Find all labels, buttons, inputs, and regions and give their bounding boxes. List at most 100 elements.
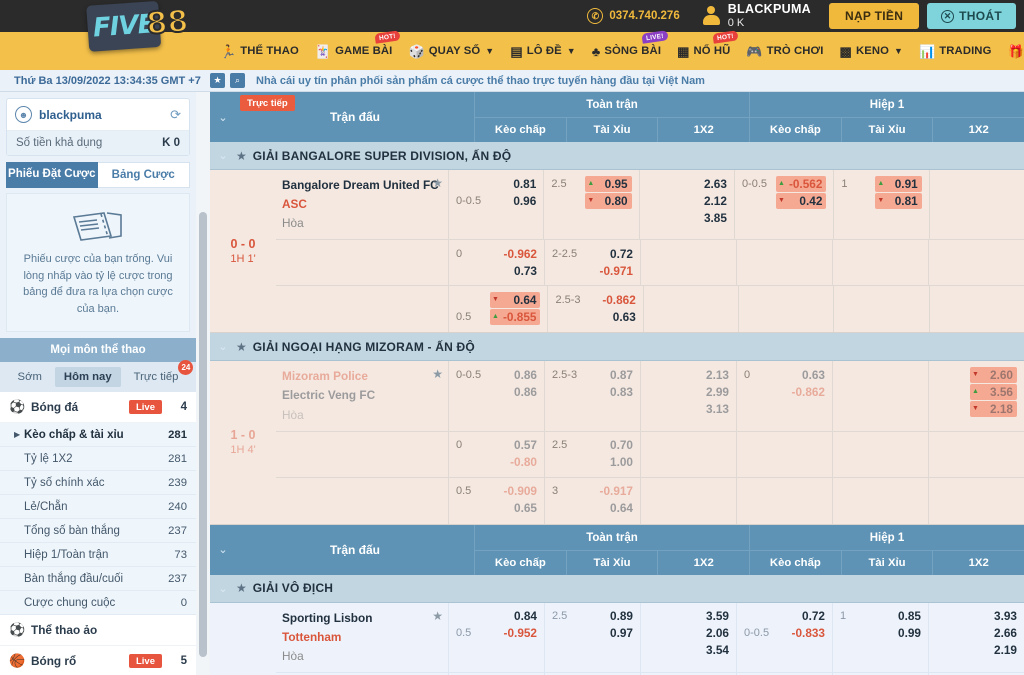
- nav-item-7[interactable]: ▩ KENO ▼: [832, 45, 911, 58]
- odds-cell[interactable]: [928, 240, 1024, 286]
- market-item-4[interactable]: Tổng số bàn thắng 237: [0, 519, 196, 543]
- sidebar-item-1[interactable]: 🏀 Bóng rổ Live 5: [0, 646, 196, 675]
- star-icon[interactable]: ★: [210, 73, 225, 88]
- site-logo[interactable]: FIVE 88: [86, 0, 200, 62]
- market-item-1[interactable]: Tỷ lệ 1X2 281: [0, 447, 196, 471]
- nav-item-9[interactable]: 🎁 SỰ KIỆN ▼ NEW!: [999, 45, 1024, 58]
- odds-cell[interactable]: 0.72 0-0.5 -0.833: [736, 602, 832, 672]
- teams-cell[interactable]: [276, 432, 448, 477]
- odds-cell[interactable]: [736, 477, 832, 524]
- odds-cell[interactable]: 0.81 0-0.5 0.96: [448, 170, 543, 240]
- nav-item-3[interactable]: ▤ LÔ ĐỀ ▼: [502, 45, 583, 58]
- odds-cell[interactable]: 0-0.5 ▲ -0.562 ▼ 0.42: [733, 170, 833, 240]
- deposit-button[interactable]: NẠP TIỀN: [828, 3, 920, 29]
- odds-cell[interactable]: [928, 477, 1024, 524]
- favorite-star-icon[interactable]: ★: [432, 176, 443, 190]
- odds-cell[interactable]: 2.5-3 0.87 0.83: [544, 361, 640, 431]
- market-item-6[interactable]: Bàn thắng đầu/cuối 237: [0, 567, 196, 591]
- odds-cell[interactable]: 2.13 2.99 3.13: [640, 361, 736, 431]
- odds-cell[interactable]: [928, 170, 1024, 240]
- refresh-icon[interactable]: ⟳: [170, 107, 181, 123]
- nav-item-8[interactable]: 📊 TRADING: [911, 45, 999, 58]
- odds-cell[interactable]: 2.5-3 -0.862 0.63: [547, 286, 642, 333]
- teams-cell[interactable]: [276, 478, 448, 524]
- star-icon[interactable]: ★: [236, 581, 247, 595]
- odds-cell[interactable]: [640, 477, 736, 524]
- odds-cell[interactable]: [832, 477, 928, 524]
- collapse-chevron-icon[interactable]: ⌄: [210, 92, 236, 142]
- nav-item-0[interactable]: 🏃 THỂ THAO: [212, 45, 307, 58]
- market-item-3[interactable]: Lẻ/Chẵn 240: [0, 495, 196, 519]
- star-icon[interactable]: ★: [236, 149, 247, 163]
- odds-cell[interactable]: [640, 431, 736, 477]
- filter-2[interactable]: Trực tiếp 24: [125, 360, 194, 387]
- odds-cell[interactable]: [832, 431, 928, 477]
- league-header-1[interactable]: ⌄ ★ GIẢI NGOẠI HẠNG MIZORAM - ẤN ĐỘ: [210, 333, 1024, 362]
- odds-cell[interactable]: 0 0.57 -0.80: [448, 431, 544, 477]
- odds-cell[interactable]: [642, 286, 738, 333]
- search-icon[interactable]: ⌕: [230, 73, 245, 88]
- odds-cell[interactable]: 0.84 0.5 -0.952: [448, 602, 544, 672]
- support-phone[interactable]: ✆ 0374.740.276: [587, 8, 680, 24]
- filter-1[interactable]: Hôm nay: [54, 367, 121, 387]
- odds-cell[interactable]: ▼ 0.64 0.5 ▲ -0.855: [448, 286, 547, 333]
- odds-cell[interactable]: 3.59 2.06 3.54: [640, 602, 736, 672]
- odds-cell[interactable]: [928, 286, 1024, 333]
- logout-button[interactable]: ✕ THOÁT: [927, 3, 1016, 29]
- star-icon[interactable]: ★: [236, 340, 247, 354]
- nav-item-4[interactable]: ♣ SÒNG BÀI LIVE!: [584, 29, 669, 58]
- sidebar-scrollbar[interactable]: [196, 92, 210, 675]
- betslip-tab-1[interactable]: Bảng Cược: [97, 162, 190, 188]
- odds-cell[interactable]: 3 -0.917 0.64: [544, 477, 640, 524]
- odds-cell[interactable]: 2-2.5 0.72 -0.971: [544, 240, 640, 286]
- odds-cell[interactable]: 2.5 0.89 0.97: [544, 602, 640, 672]
- market-item-2[interactable]: Tỷ số chính xác 239: [0, 471, 196, 495]
- teams-cell[interactable]: [276, 240, 448, 285]
- odds-cell[interactable]: 2.5 0.70 1.00: [544, 431, 640, 477]
- sidebar-item-football[interactable]: ⚽ Bóng đá Live 4: [0, 392, 196, 423]
- odds-cell[interactable]: [832, 361, 928, 431]
- scrollbar-thumb[interactable]: [199, 212, 207, 657]
- teams-cell[interactable]: Mizoram Police Electric Veng FC Hòa ★: [276, 361, 448, 430]
- odds-cell[interactable]: [738, 286, 833, 333]
- odds-cell[interactable]: [640, 240, 736, 286]
- collapse-chevron-icon[interactable]: ⌄: [210, 340, 236, 353]
- odds-cell[interactable]: 3.93 2.66 2.19: [928, 602, 1024, 672]
- odds-cell[interactable]: [736, 240, 832, 286]
- live-filter-button[interactable]: Trực tiếp: [240, 95, 295, 111]
- odds-cell[interactable]: 1 0.85 0.99: [832, 602, 928, 672]
- favorite-star-icon[interactable]: ★: [432, 609, 443, 623]
- user-info[interactable]: BLACKPUMA 0 K: [702, 2, 811, 29]
- filter-0[interactable]: Sớm: [9, 367, 51, 387]
- favorite-star-icon[interactable]: ★: [432, 367, 443, 381]
- odds-cell[interactable]: ▼ 2.60 ▲ 3.56 ▼ 2.18: [928, 361, 1024, 431]
- collapse-chevron-icon[interactable]: ⌄: [210, 582, 236, 595]
- market-item-7[interactable]: Cược chung cuộc 0: [0, 591, 196, 615]
- league-header-0[interactable]: ⌄ ★ GIẢI BANGALORE SUPER DIVISION, ẤN ĐỘ: [210, 142, 1024, 170]
- nav-item-2[interactable]: 🎲 QUAY SỐ ▼: [400, 45, 502, 58]
- league-header-2[interactable]: ⌄ ★ GIẢI VÔ ĐỊCH: [210, 574, 1024, 603]
- collapse-chevron-icon[interactable]: ⌄: [210, 149, 236, 162]
- odds-cell[interactable]: 0.5 -0.909 0.65: [448, 477, 544, 524]
- odds-cell[interactable]: 0 -0.962 0.73: [448, 240, 544, 286]
- teams-cell[interactable]: Bangalore Dream United FC ASC Hòa ★: [276, 170, 448, 239]
- odds-cell[interactable]: [736, 431, 832, 477]
- teams-cell[interactable]: [276, 286, 448, 332]
- odds-cell[interactable]: [832, 240, 928, 286]
- odds-cell[interactable]: 2.5 ▲ 0.95 ▼ 0.80: [543, 170, 638, 240]
- odds-cell[interactable]: [833, 286, 928, 333]
- teams-cell[interactable]: Sporting Lisbon Tottenham Hòa ★: [276, 603, 448, 672]
- nav-item-6[interactable]: 🎮 TRÒ CHƠI: [738, 45, 831, 58]
- odds-cell[interactable]: 1 ▲ 0.91 ▼ 0.81: [833, 170, 928, 240]
- collapse-chevron-icon[interactable]: ⌄: [210, 525, 236, 575]
- nav-item-5[interactable]: ▦ NỔ HŨ HOT!: [669, 29, 738, 58]
- market-item-5[interactable]: Hiệp 1/Toàn trận 73: [0, 543, 196, 567]
- odds-cell[interactable]: 0-0.5 0.86 0.86: [448, 361, 544, 431]
- odds-cell[interactable]: 0 0.63 -0.862: [736, 361, 832, 431]
- market-item-0[interactable]: ▶ Kèo chấp & tài xỉu 281: [0, 423, 196, 447]
- nav-item-1[interactable]: 🃏 GAME BÀI HOT!: [307, 29, 401, 58]
- betslip-tab-0[interactable]: Phiếu Đặt Cược: [6, 162, 98, 188]
- sidebar-item-0[interactable]: ⚽ Thể thao ảo: [0, 615, 196, 646]
- odds-cell[interactable]: 2.63 2.12 3.85: [638, 170, 734, 240]
- odds-cell[interactable]: [928, 431, 1024, 477]
